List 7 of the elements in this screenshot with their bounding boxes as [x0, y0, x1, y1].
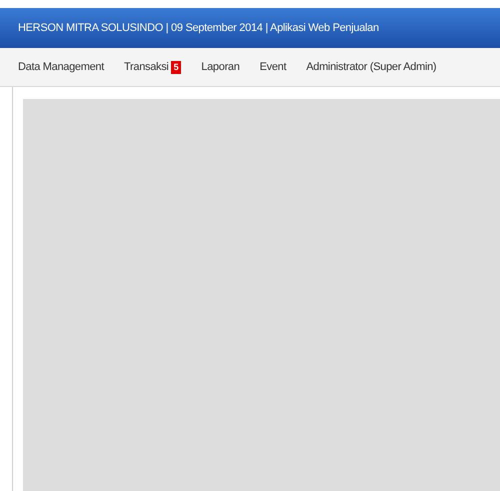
menu-item[interactable]: Data Management [18, 58, 104, 76]
menu-item[interactable]: Laporan [201, 58, 240, 76]
header-title: HERSON MITRA SOLUSINDO | 09 September 2014 | Aplikasi Web Penjualan [18, 20, 379, 36]
menu-item[interactable]: Administrator (Super Admin) [306, 58, 436, 76]
menu-item[interactable]: Event [260, 58, 286, 76]
menu-item[interactable]: Transaksi 5 [124, 58, 182, 76]
count-badge: 5 [170, 60, 182, 74]
